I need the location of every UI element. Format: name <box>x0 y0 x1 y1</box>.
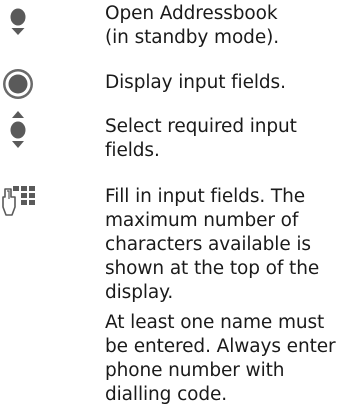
nav-key-up-down-icon <box>10 111 26 148</box>
step-text: Open Addressbook (in standby mode). <box>105 2 335 50</box>
step-line: Display input fields. <box>105 72 286 93</box>
note-text: At least one name must be entered. Alway… <box>105 311 336 407</box>
step-text: Display input fields. <box>105 71 335 95</box>
step-line: shown at the top of the <box>105 258 320 279</box>
note-line: phone number with <box>105 360 285 381</box>
step-line: Fill in input fields. The <box>105 186 306 207</box>
keypad-icon <box>2 186 35 216</box>
step-text: Select required input fields. <box>105 115 335 163</box>
step-line: characters available is <box>105 234 311 255</box>
center-key-icon <box>3 69 33 99</box>
step-line: display. <box>105 282 174 303</box>
step-line: maximum number of <box>105 210 299 231</box>
step-text: Fill in input fields. The maximum number… <box>105 185 335 305</box>
note-line: dialling code. <box>105 384 228 405</box>
nav-key-down-icon <box>10 8 26 35</box>
step-line: (in standby mode). <box>105 27 279 48</box>
step-line: Select required input <box>105 116 297 137</box>
step-line: Open Addressbook <box>105 3 278 24</box>
note-line: be entered. Always enter <box>105 336 336 357</box>
step-line: fields. <box>105 140 160 161</box>
note-line: At least one name must <box>105 312 325 333</box>
